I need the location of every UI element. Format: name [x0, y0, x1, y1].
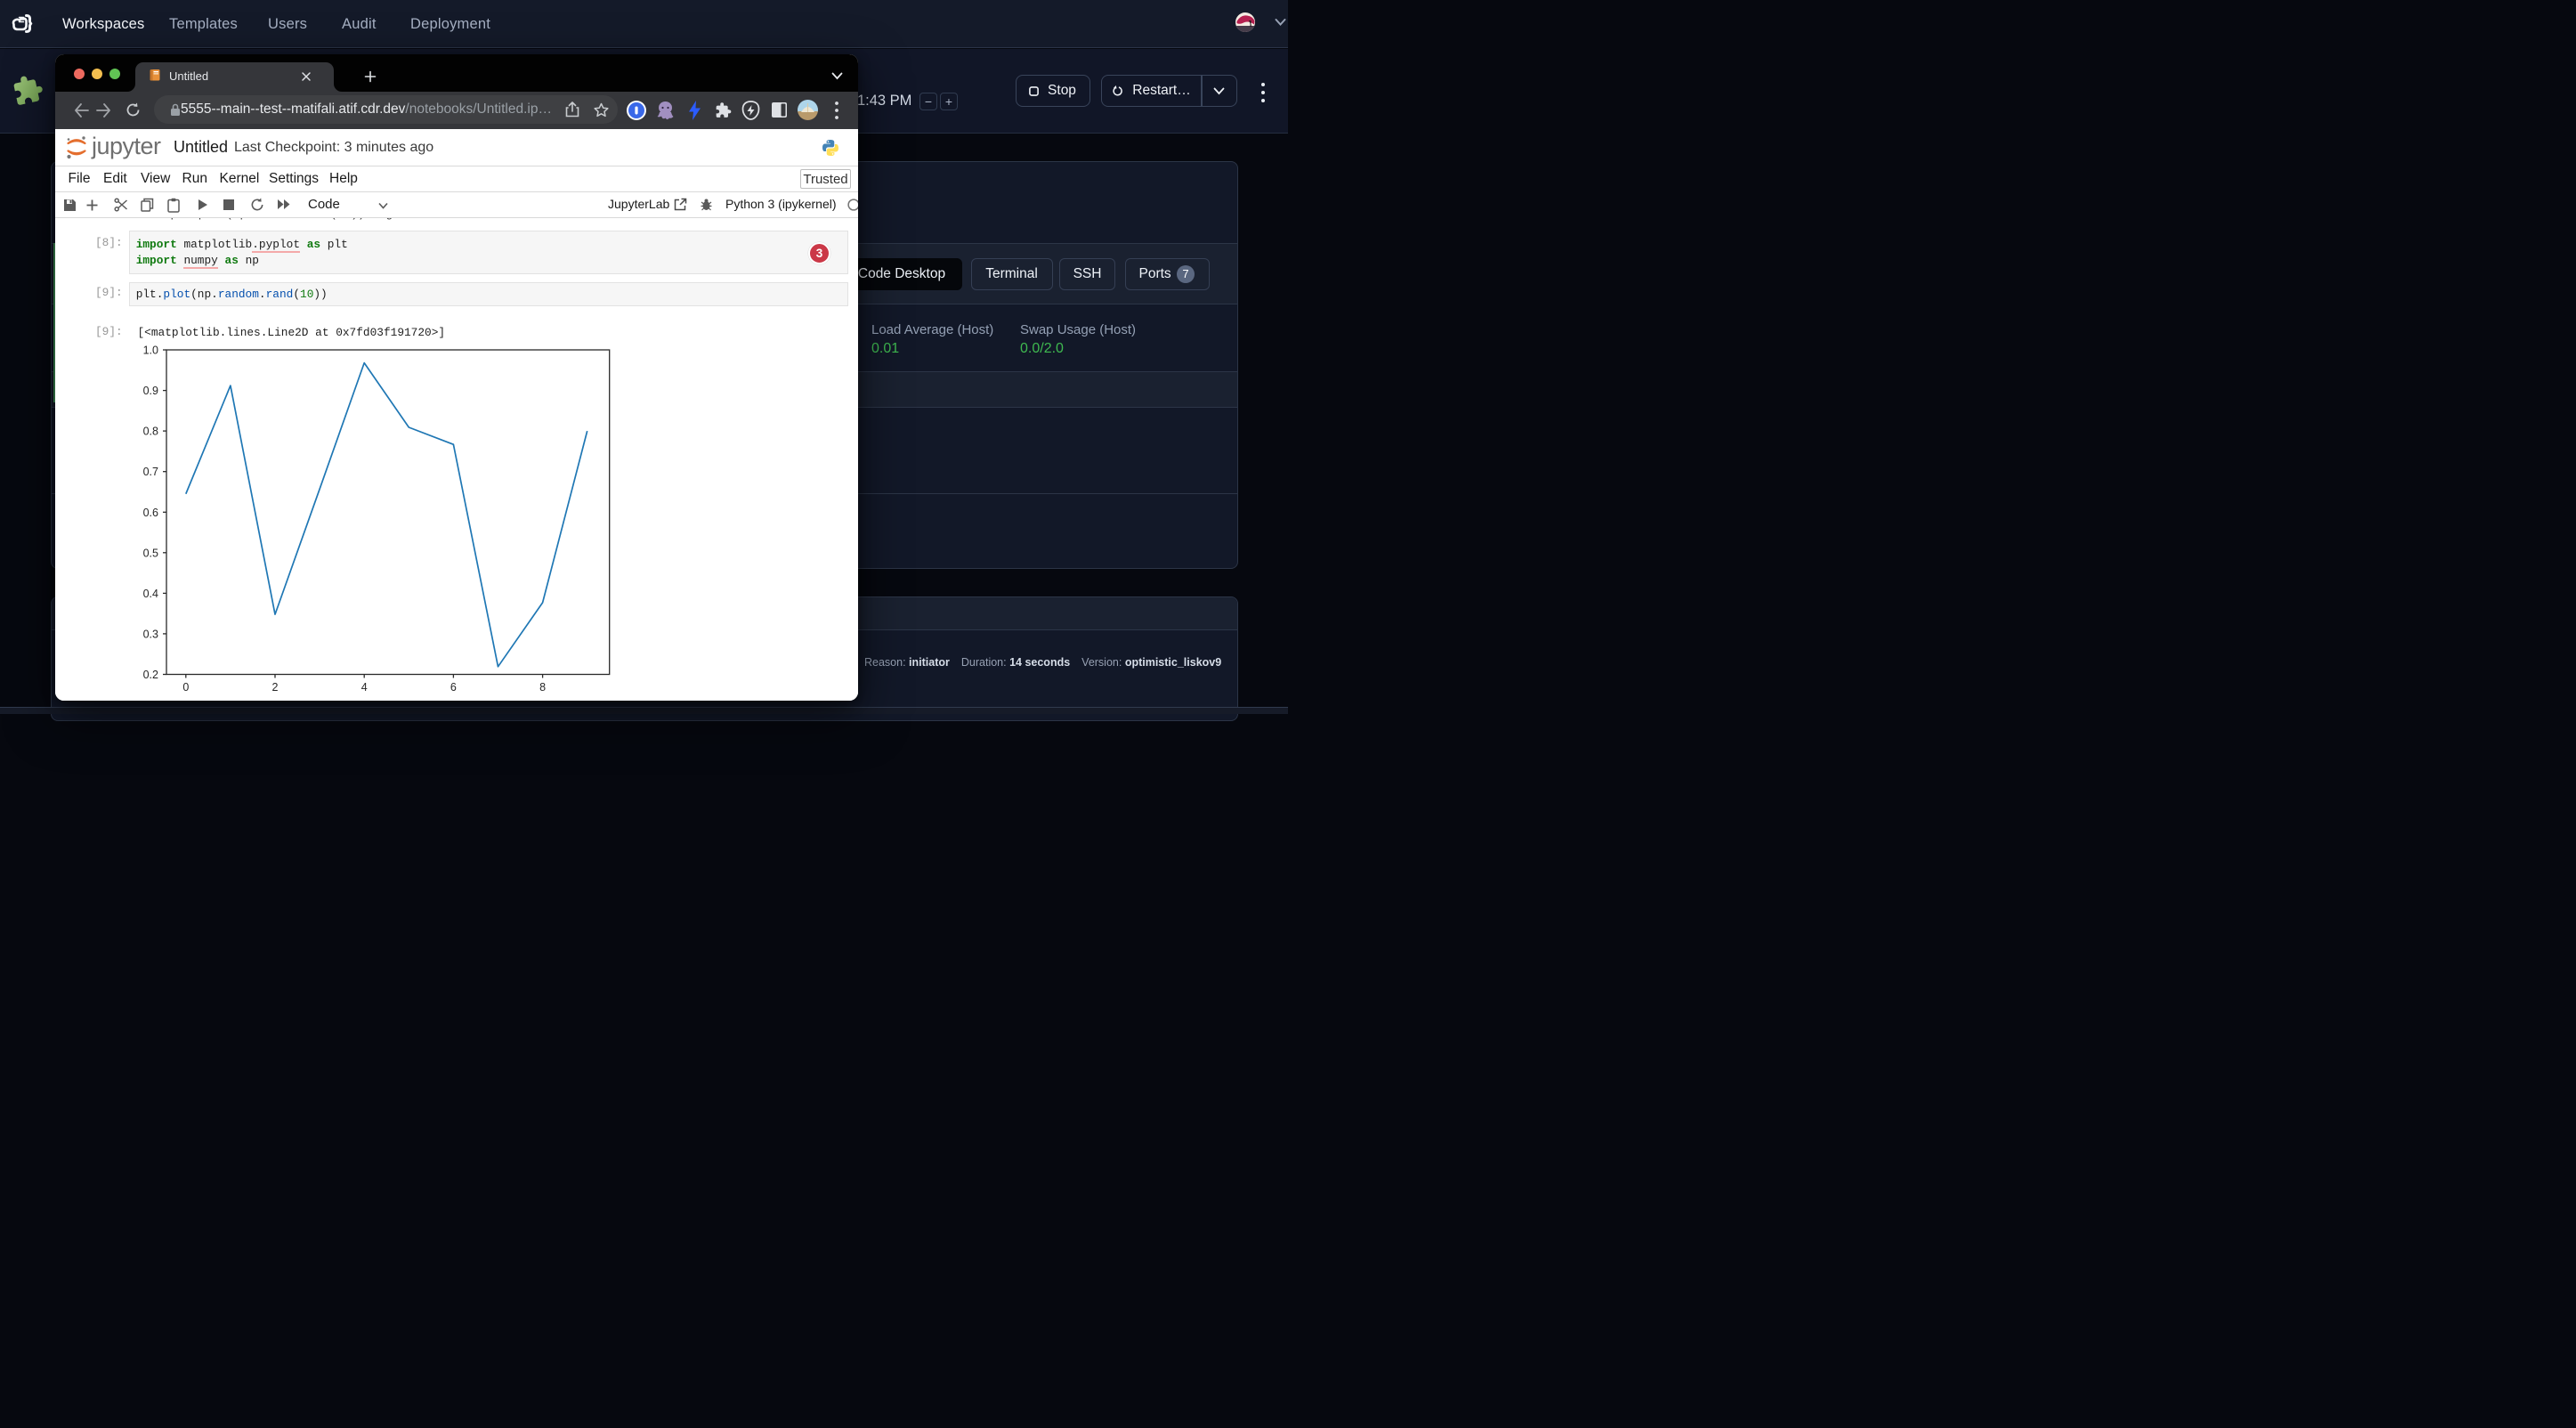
svg-text:0.3: 0.3 [143, 628, 158, 640]
svg-text:6: 6 [450, 681, 457, 694]
svg-text:0.2: 0.2 [143, 669, 158, 681]
svg-text:1.0: 1.0 [143, 344, 158, 356]
svg-text:0.8: 0.8 [143, 425, 158, 437]
svg-text:0.5: 0.5 [143, 547, 158, 559]
svg-text:8: 8 [539, 681, 546, 694]
svg-text:0: 0 [182, 681, 189, 694]
svg-text:0.4: 0.4 [143, 587, 158, 599]
svg-text:4: 4 [361, 681, 368, 694]
svg-text:0.9: 0.9 [143, 385, 158, 397]
svg-text:2: 2 [272, 681, 279, 694]
svg-text:0.6: 0.6 [143, 506, 158, 518]
svg-text:0.7: 0.7 [143, 466, 158, 478]
